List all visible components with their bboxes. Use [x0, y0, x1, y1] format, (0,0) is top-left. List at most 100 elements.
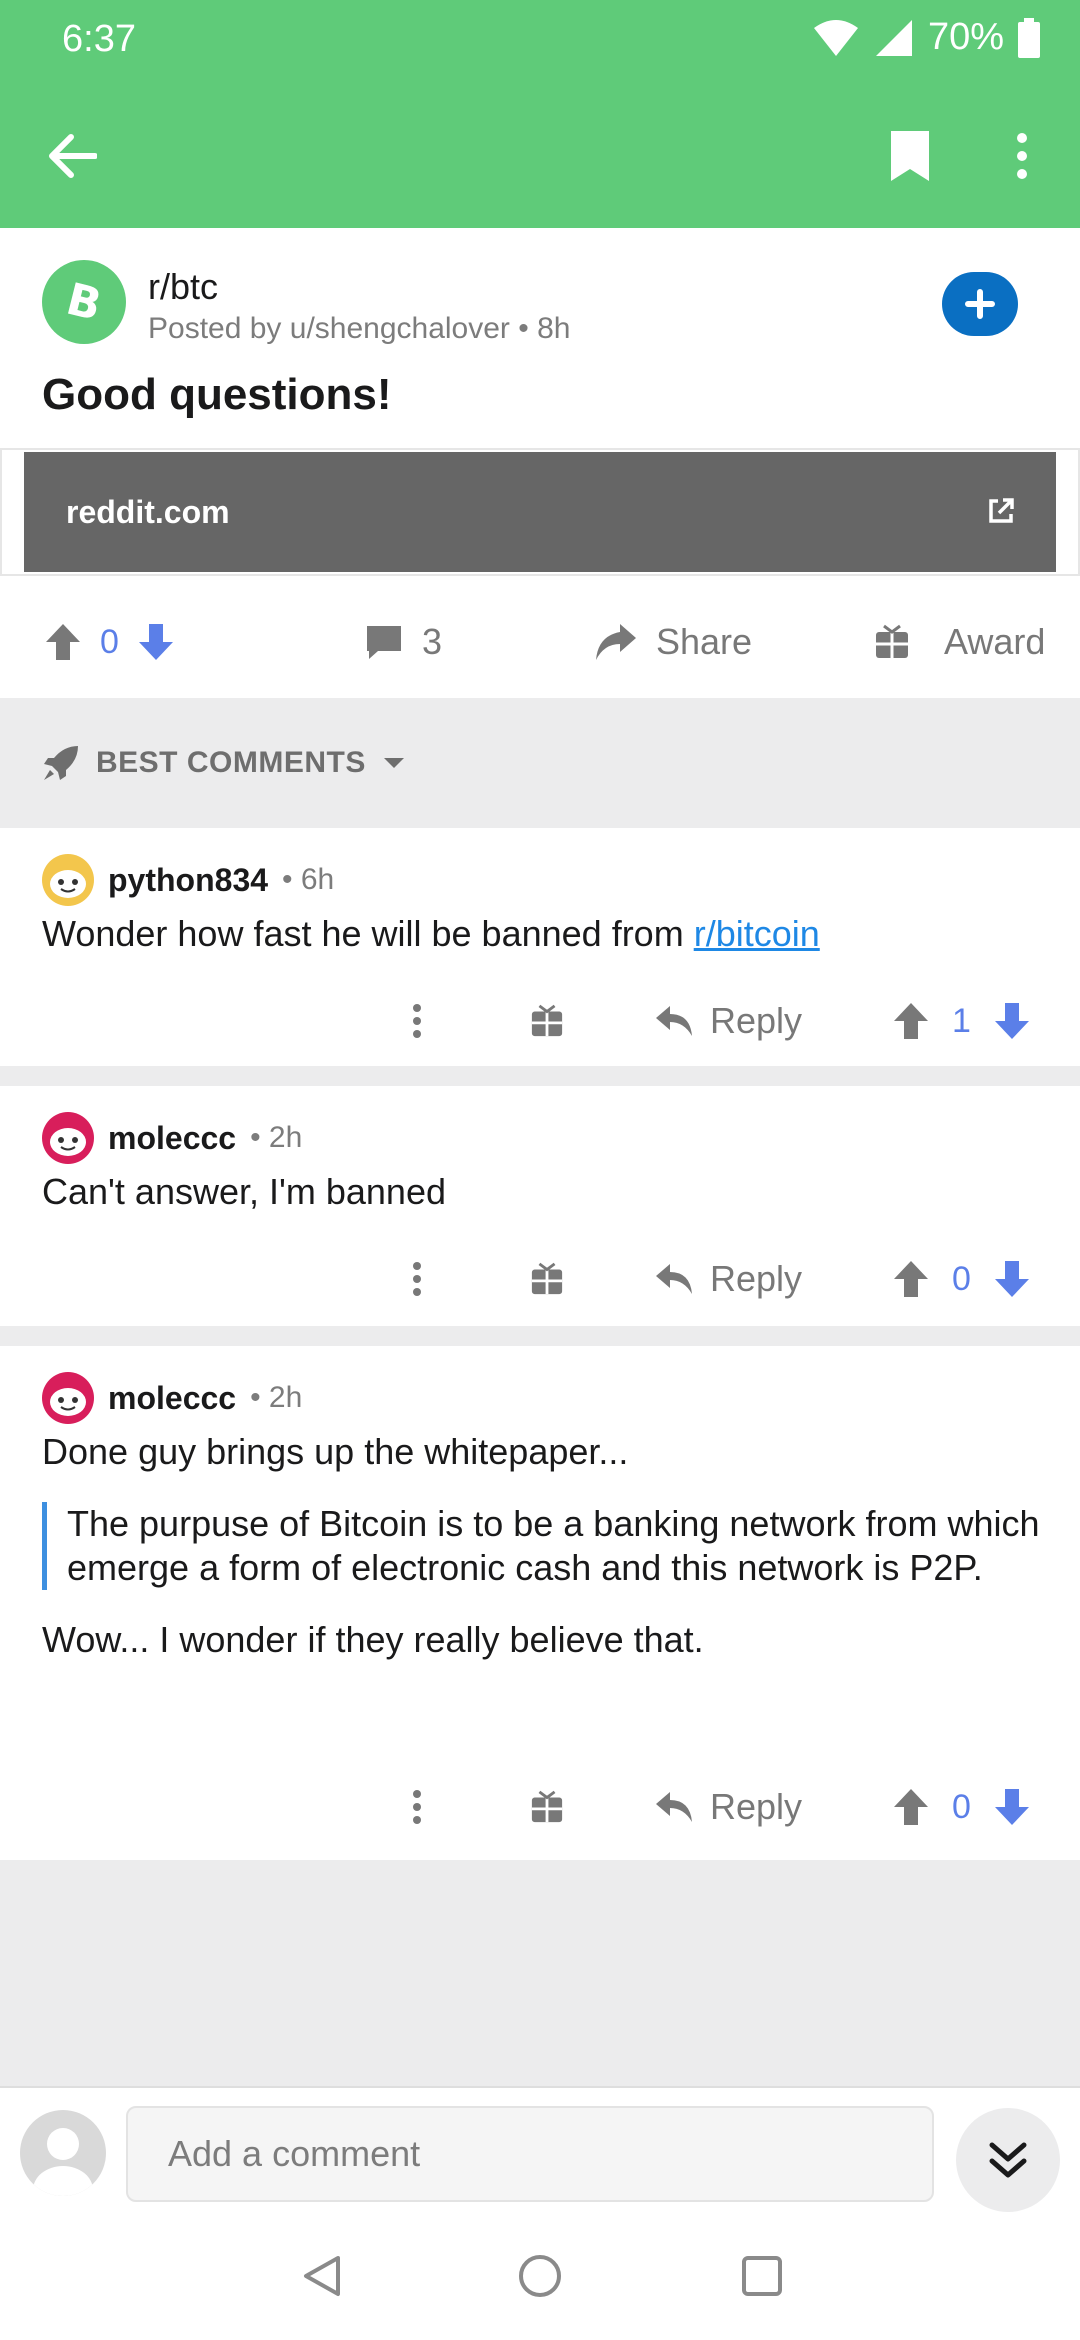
reply-label: Reply — [710, 1258, 803, 1299]
comment-vote-count: 0 — [952, 1787, 971, 1826]
signal-icon — [875, 19, 912, 56]
nav-recents-button[interactable] — [720, 2234, 804, 2318]
avatar[interactable] — [42, 854, 94, 906]
plus-icon — [965, 289, 995, 319]
double-chevron-down-icon — [989, 2142, 1027, 2178]
award-label: Award — [944, 621, 1046, 662]
comment-reply-button[interactable]: Reply — [654, 976, 802, 1066]
gift-icon — [876, 624, 908, 658]
link-preview-card[interactable]: reddit.com — [24, 452, 1056, 572]
sort-label: BEST COMMENTS — [96, 746, 366, 779]
comment-more-button[interactable] — [412, 1234, 422, 1324]
status-indicators: 70% — [812, 16, 1040, 59]
comment: moleccc • 2h Done guy brings up the whit… — [0, 1346, 1080, 1860]
comment-count: 3 — [422, 621, 443, 662]
comment-award-button[interactable] — [530, 1762, 564, 1852]
comment-username[interactable]: python834 — [108, 862, 268, 899]
upvote-icon[interactable] — [892, 1001, 930, 1041]
gift-icon — [531, 1004, 563, 1037]
user-avatar[interactable] — [20, 2110, 106, 2196]
arrow-left-icon — [49, 134, 97, 178]
award-button[interactable]: Award — [874, 586, 1045, 698]
rocket-icon — [44, 746, 78, 780]
comment-award-button[interactable] — [530, 976, 564, 1066]
join-button[interactable] — [942, 272, 1018, 336]
more-vert-icon — [1017, 133, 1027, 179]
back-button[interactable] — [30, 114, 114, 198]
battery-percent: 70% — [927, 16, 1004, 58]
comment-more-button[interactable] — [412, 1762, 422, 1852]
nav-back-button[interactable] — [280, 2234, 364, 2318]
comment: moleccc • 2h Can't answer, I'm banned Re… — [0, 1086, 1080, 1326]
comments-button[interactable]: 3 — [364, 586, 442, 698]
gift-icon — [531, 1262, 563, 1295]
comment-icon — [367, 626, 401, 659]
comment-actions: Reply 1 — [0, 976, 1080, 1066]
comment-body: Wonder how fast he will be banned from r… — [42, 912, 1042, 956]
more-vert-icon — [413, 1790, 421, 1824]
status-bar: 6:37 70% — [0, 0, 1080, 80]
subreddit-name[interactable]: r/btc — [148, 266, 218, 308]
comment-body: Done guy brings up the whitepaper... The… — [42, 1430, 1042, 1662]
comment-sort-selector[interactable]: BEST COMMENTS — [0, 698, 1080, 828]
upvote-icon[interactable] — [892, 1259, 930, 1299]
comment-text: Wonder how fast he will be banned from — [42, 913, 694, 954]
square-recents-icon — [742, 2256, 782, 2296]
overflow-menu-button[interactable] — [980, 114, 1064, 198]
share-button[interactable]: Share — [594, 586, 752, 698]
reply-label: Reply — [710, 1000, 803, 1041]
comment-reply-button[interactable]: Reply — [654, 1762, 802, 1852]
reply-icon — [656, 1792, 692, 1822]
collapse-comments-button[interactable] — [956, 2108, 1060, 2212]
comment-award-button[interactable] — [530, 1234, 564, 1324]
comment-input[interactable]: Add a comment — [126, 2106, 934, 2202]
post-title: Good questions! — [42, 370, 392, 419]
wifi-icon — [813, 19, 858, 56]
comment-body: Can't answer, I'm banned — [42, 1170, 1042, 1214]
comment-username[interactable]: moleccc — [108, 1120, 236, 1157]
reply-icon — [656, 1264, 692, 1294]
bookmark-icon — [891, 131, 929, 181]
comment-more-button[interactable] — [412, 976, 422, 1066]
bookmark-button[interactable] — [868, 114, 952, 198]
upvote-icon[interactable] — [892, 1787, 930, 1827]
comment-divider — [0, 1066, 1080, 1086]
link-domain: reddit.com — [66, 493, 230, 530]
share-label: Share — [656, 621, 753, 662]
post-vote-group: 0 — [44, 586, 175, 698]
downvote-icon[interactable] — [993, 1259, 1031, 1299]
comment-vote-group: 0 — [892, 1762, 1031, 1852]
comment-header: moleccc • 2h — [42, 1112, 302, 1164]
snoo-avatar-icon — [50, 1128, 86, 1156]
nav-home-button[interactable] — [498, 2234, 582, 2318]
circle-home-icon — [519, 2255, 561, 2297]
system-nav-bar — [0, 2216, 1080, 2340]
reply-label: Reply — [710, 1786, 803, 1827]
downvote-icon[interactable] — [137, 622, 175, 662]
reply-icon — [656, 1006, 692, 1036]
avatar[interactable] — [42, 1112, 94, 1164]
comment-age: • 2h — [250, 1121, 303, 1154]
subreddit-avatar[interactable]: B — [42, 260, 126, 344]
snoo-avatar-icon — [50, 870, 86, 898]
app-bar — [0, 80, 1080, 228]
comment-header: python834 • 6h — [42, 854, 334, 906]
comment-vote-group: 0 — [892, 1234, 1031, 1324]
avatar[interactable] — [42, 1372, 94, 1424]
downvote-icon[interactable] — [993, 1787, 1031, 1827]
comment-actions: Reply 0 — [0, 1234, 1080, 1324]
comment-text: Can't answer, I'm banned — [42, 1171, 446, 1212]
downvote-icon[interactable] — [993, 1001, 1031, 1041]
post-actions: 0 3 Share Award — [0, 586, 1080, 698]
bitcoin-logo-icon: B — [61, 275, 106, 329]
upvote-icon[interactable] — [44, 622, 82, 662]
subreddit-link[interactable]: r/bitcoin — [694, 913, 820, 954]
post-vote-count: 0 — [100, 622, 119, 661]
blockquote: The purpuse of Bitcoin is to be a bankin… — [42, 1502, 1042, 1590]
comment: python834 • 6h Wonder how fast he will b… — [0, 828, 1080, 1066]
comment-username[interactable]: moleccc — [108, 1380, 236, 1417]
gift-icon — [531, 1790, 563, 1823]
external-link-icon — [989, 498, 1014, 523]
comment-reply-button[interactable]: Reply — [654, 1234, 802, 1324]
comment-actions: Reply 0 — [0, 1762, 1080, 1852]
